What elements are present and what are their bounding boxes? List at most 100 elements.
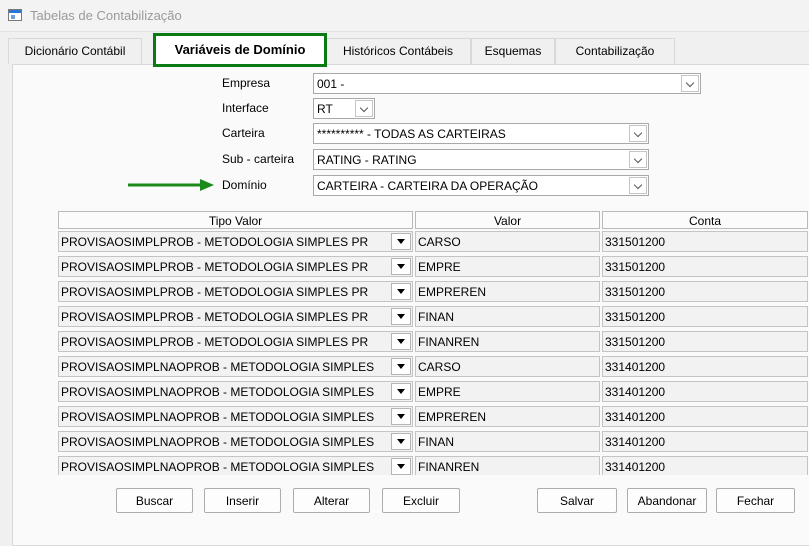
tipo-valor-text: PROVISAOSIMPLNAOPROB - METODOLOGIA SIMPL… bbox=[61, 385, 375, 399]
tipo-valor-cell[interactable]: PROVISAOSIMPLPROB - METODOLOGIA SIMPLES … bbox=[58, 231, 413, 252]
tipo-valor-cell[interactable]: PROVISAOSIMPLNAOPROB - METODOLOGIA SIMPL… bbox=[58, 356, 413, 377]
tab-historicos-contabeis[interactable]: Históricos Contábeis bbox=[325, 38, 471, 64]
tipo-valor-cell[interactable]: PROVISAOSIMPLPROB - METODOLOGIA SIMPLES … bbox=[58, 306, 413, 327]
tipo-valor-text: PROVISAOSIMPLNAOPROB - METODOLOGIA SIMPL… bbox=[61, 360, 375, 374]
valor-cell[interactable]: FINANREN bbox=[415, 331, 600, 352]
valor-cell[interactable]: EMPREREN bbox=[415, 406, 600, 427]
dropdown-arrow-icon[interactable] bbox=[391, 358, 411, 375]
tipo-valor-cell[interactable]: PROVISAOSIMPLPROB - METODOLOGIA SIMPLES … bbox=[58, 281, 413, 302]
column-header-conta[interactable]: Conta bbox=[602, 211, 808, 229]
dropdown-arrow-icon[interactable] bbox=[391, 283, 411, 300]
conta-cell[interactable]: 331401200 bbox=[602, 456, 808, 475]
dropdown-arrow-icon[interactable] bbox=[391, 333, 411, 350]
buscar-button[interactable]: Buscar bbox=[116, 488, 193, 513]
column-header-tipo-valor[interactable]: Tipo Valor bbox=[58, 211, 413, 229]
valor-text: CARSO bbox=[418, 360, 461, 374]
valor-cell[interactable]: EMPRE bbox=[415, 256, 600, 277]
excluir-button[interactable]: Excluir bbox=[382, 488, 460, 513]
column-header-valor[interactable]: Valor bbox=[415, 211, 600, 229]
dominio-label: Domínio bbox=[222, 178, 267, 192]
salvar-button[interactable]: Salvar bbox=[537, 488, 617, 513]
tipo-valor-text: PROVISAOSIMPLPROB - METODOLOGIA SIMPLES … bbox=[61, 285, 369, 299]
valor-cell[interactable]: EMPREREN bbox=[415, 281, 600, 302]
valor-text: EMPRE bbox=[418, 385, 461, 399]
inserir-button[interactable]: Inserir bbox=[204, 488, 281, 513]
dropdown-arrow-icon[interactable] bbox=[391, 233, 411, 250]
valor-cell[interactable]: FINAN bbox=[415, 306, 600, 327]
chevron-down-icon[interactable] bbox=[355, 100, 373, 117]
conta-cell[interactable]: 331501200 bbox=[602, 331, 808, 352]
conta-text: 331401200 bbox=[605, 460, 666, 474]
tipo-valor-text: PROVISAOSIMPLPROB - METODOLOGIA SIMPLES … bbox=[61, 310, 369, 324]
tipo-valor-text: PROVISAOSIMPLNAOPROB - METODOLOGIA SIMPL… bbox=[61, 460, 375, 474]
interface-select[interactable]: RT bbox=[313, 98, 375, 119]
dropdown-arrow-icon[interactable] bbox=[391, 408, 411, 425]
variables-grid: Tipo Valor Valor Conta PROVISAOSIMPLPROB… bbox=[58, 211, 808, 475]
dropdown-arrow-icon[interactable] bbox=[391, 433, 411, 450]
conta-cell[interactable]: 331501200 bbox=[602, 231, 808, 252]
valor-text: FINANREN bbox=[418, 335, 480, 349]
conta-cell[interactable]: 331501200 bbox=[602, 281, 808, 302]
chevron-down-icon[interactable] bbox=[629, 151, 647, 168]
valor-cell[interactable]: EMPRE bbox=[415, 381, 600, 402]
tab-variaveis-de-dominio[interactable]: Variáveis de Domínio bbox=[153, 33, 327, 67]
valor-text: FINANREN bbox=[418, 460, 480, 474]
tipo-valor-cell[interactable]: PROVISAOSIMPLPROB - METODOLOGIA SIMPLES … bbox=[58, 256, 413, 277]
empresa-select[interactable]: 001 - bbox=[313, 73, 701, 94]
dominio-value: CARTEIRA - CARTEIRA DA OPERAÇÃO bbox=[317, 179, 538, 193]
empresa-value: 001 - bbox=[317, 77, 345, 91]
conta-text: 331401200 bbox=[605, 410, 666, 424]
carteira-label: Carteira bbox=[222, 126, 265, 140]
dropdown-arrow-icon[interactable] bbox=[391, 308, 411, 325]
table-row: PROVISAOSIMPLPROB - METODOLOGIA SIMPLES … bbox=[58, 231, 808, 253]
conta-cell[interactable]: 331501200 bbox=[602, 256, 808, 277]
dominio-select[interactable]: CARTEIRA - CARTEIRA DA OPERAÇÃO bbox=[313, 175, 649, 196]
conta-text: 331501200 bbox=[605, 235, 666, 249]
conta-text: 331401200 bbox=[605, 435, 666, 449]
conta-text: 331401200 bbox=[605, 360, 666, 374]
valor-text: FINAN bbox=[418, 435, 454, 449]
abandonar-button[interactable]: Abandonar bbox=[627, 488, 707, 513]
tipo-valor-cell[interactable]: PROVISAOSIMPLNAOPROB - METODOLOGIA SIMPL… bbox=[58, 381, 413, 402]
tipo-valor-cell[interactable]: PROVISAOSIMPLNAOPROB - METODOLOGIA SIMPL… bbox=[58, 431, 413, 452]
conta-cell[interactable]: 331401200 bbox=[602, 356, 808, 377]
conta-cell[interactable]: 331401200 bbox=[602, 431, 808, 452]
chevron-down-icon[interactable] bbox=[629, 125, 647, 142]
tipo-valor-text: PROVISAOSIMPLPROB - METODOLOGIA SIMPLES … bbox=[61, 235, 369, 249]
conta-cell[interactable]: 331501200 bbox=[602, 306, 808, 327]
chevron-down-icon[interactable] bbox=[681, 75, 699, 92]
conta-cell[interactable]: 331401200 bbox=[602, 406, 808, 427]
carteira-select[interactable]: ********** - TODAS AS CARTEIRAS bbox=[313, 123, 649, 144]
table-row: PROVISAOSIMPLNAOPROB - METODOLOGIA SIMPL… bbox=[58, 406, 808, 428]
conta-cell[interactable]: 331401200 bbox=[602, 381, 808, 402]
subcarteira-value: RATING - RATING bbox=[317, 153, 417, 167]
tipo-valor-cell[interactable]: PROVISAOSIMPLNAOPROB - METODOLOGIA SIMPL… bbox=[58, 456, 413, 475]
tab-esquemas[interactable]: Esquemas bbox=[471, 38, 555, 64]
subcarteira-select[interactable]: RATING - RATING bbox=[313, 149, 649, 170]
valor-cell[interactable]: FINANREN bbox=[415, 456, 600, 475]
valor-cell[interactable]: FINAN bbox=[415, 431, 600, 452]
fechar-button[interactable]: Fechar bbox=[716, 488, 795, 513]
valor-cell[interactable]: CARSO bbox=[415, 356, 600, 377]
subcarteira-label: Sub - carteira bbox=[222, 152, 295, 166]
dropdown-arrow-icon[interactable] bbox=[391, 383, 411, 400]
tipo-valor-text: PROVISAOSIMPLNAOPROB - METODOLOGIA SIMPL… bbox=[61, 410, 375, 424]
tab-contabilizacao[interactable]: Contabilização bbox=[555, 38, 675, 64]
carteira-value: ********** - TODAS AS CARTEIRAS bbox=[317, 127, 506, 141]
alterar-button[interactable]: Alterar bbox=[293, 488, 370, 513]
tipo-valor-text: PROVISAOSIMPLPROB - METODOLOGIA SIMPLES … bbox=[61, 335, 369, 349]
valor-cell[interactable]: CARSO bbox=[415, 231, 600, 252]
empresa-label: Empresa bbox=[222, 76, 271, 90]
tab-strip: Dicionário Contábil Variáveis de Domínio… bbox=[0, 32, 809, 67]
tipo-valor-cell[interactable]: PROVISAOSIMPLPROB - METODOLOGIA SIMPLES … bbox=[58, 331, 413, 352]
interface-label: Interface bbox=[222, 101, 269, 115]
valor-text: FINAN bbox=[418, 310, 454, 324]
dropdown-arrow-icon[interactable] bbox=[391, 258, 411, 275]
tab-dicionario-contabil[interactable]: Dicionário Contábil bbox=[8, 38, 142, 64]
dropdown-arrow-icon[interactable] bbox=[391, 458, 411, 475]
tipo-valor-cell[interactable]: PROVISAOSIMPLNAOPROB - METODOLOGIA SIMPL… bbox=[58, 406, 413, 427]
chevron-down-icon[interactable] bbox=[629, 177, 647, 194]
interface-value: RT bbox=[317, 102, 333, 116]
app-window-icon bbox=[8, 9, 22, 21]
valor-text: EMPREREN bbox=[418, 410, 487, 424]
